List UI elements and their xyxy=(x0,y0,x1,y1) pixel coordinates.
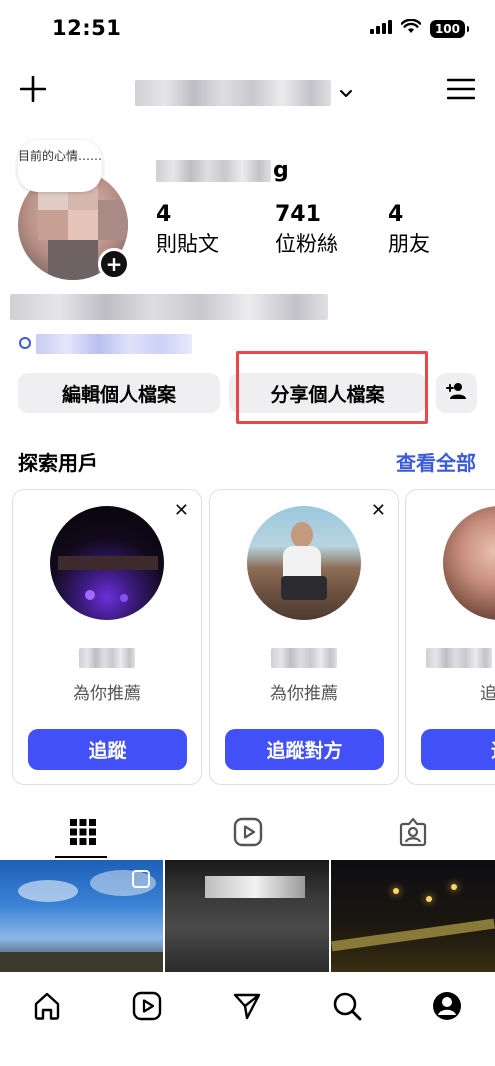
profile-name: g xyxy=(156,158,289,183)
suggestion-card[interactable]: ✕ 為你推薦 追蹤 xyxy=(12,489,202,785)
suggestion-card[interactable]: ✕ 為你推薦 追蹤對方 xyxy=(209,489,399,785)
reels-icon xyxy=(233,817,263,851)
plus-icon[interactable] xyxy=(18,74,48,104)
content-tabs xyxy=(0,810,495,860)
battery-icon: 100 xyxy=(429,19,470,38)
suggestion-avatar xyxy=(443,506,495,620)
account-switcher[interactable] xyxy=(135,80,353,106)
suggestion-name-redacted xyxy=(426,648,492,672)
wifi-icon xyxy=(400,18,422,38)
posts-label: 則貼文 xyxy=(156,232,219,256)
send-icon[interactable] xyxy=(227,988,267,1024)
menu-icon[interactable] xyxy=(445,74,477,104)
grid-icon xyxy=(69,819,96,849)
bio-redacted xyxy=(10,294,328,324)
close-icon[interactable]: ✕ xyxy=(371,500,386,521)
follow-button[interactable]: 追 xyxy=(421,729,495,770)
home-icon[interactable] xyxy=(27,988,67,1024)
post-thumbnail[interactable] xyxy=(0,860,163,972)
tagged-icon xyxy=(398,817,428,851)
suggestion-avatar xyxy=(247,506,361,620)
suggestion-name-redacted xyxy=(13,648,201,672)
tagged-tab[interactable] xyxy=(330,810,495,858)
signal-icon xyxy=(369,19,392,38)
friends-stat[interactable]: 4 朋友 xyxy=(388,202,430,258)
followers-label: 位粉絲 xyxy=(275,232,338,256)
posts-tab[interactable] xyxy=(0,810,165,858)
post-thumbnail[interactable] xyxy=(165,860,329,972)
chevron-down-icon xyxy=(339,84,353,103)
add-person-icon xyxy=(445,382,468,405)
status-bar: 12:51 100 xyxy=(0,0,495,58)
suggestion-subtitle: 為你推薦 xyxy=(73,684,141,704)
post-thumbnail[interactable] xyxy=(331,860,495,972)
search-icon[interactable] xyxy=(327,988,367,1024)
suggestion-subtitle: 追 xyxy=(480,679,495,704)
followers-count: 741 xyxy=(275,202,321,227)
suggestion-name-redacted xyxy=(210,648,398,672)
suggestion-subtitle: 為你推薦 xyxy=(270,684,338,704)
edit-profile-button[interactable]: 編輯個人檔案 xyxy=(18,373,220,413)
profile-icon[interactable] xyxy=(427,988,467,1024)
followers-stat[interactable]: 741 位粉絲 xyxy=(275,202,338,258)
top-bar xyxy=(0,64,495,114)
status-time: 12:51 xyxy=(52,16,122,40)
multi-photo-icon xyxy=(132,870,150,888)
username-redacted xyxy=(135,80,331,106)
discover-title: 探索用戶 xyxy=(18,451,98,475)
follow-button[interactable]: 追蹤 xyxy=(28,729,187,770)
close-icon[interactable]: ✕ xyxy=(174,500,189,521)
discover-people-button[interactable] xyxy=(436,373,477,413)
see-all-link[interactable]: 查看全部 xyxy=(396,447,476,476)
posts-stat[interactable]: 4 則貼文 xyxy=(156,202,219,258)
suggestion-card[interactable]: 追 追 xyxy=(405,489,495,785)
active-tab-indicator xyxy=(55,856,107,858)
profile-link[interactable] xyxy=(18,334,192,354)
friends-label: 朋友 xyxy=(388,232,430,256)
add-story-plus-icon[interactable]: + xyxy=(98,248,130,280)
posts-grid xyxy=(0,860,495,972)
name-redacted xyxy=(156,159,271,182)
highlight-annotation xyxy=(236,351,428,424)
link-icon xyxy=(18,335,32,354)
reels-icon[interactable] xyxy=(127,988,167,1024)
reels-tab[interactable] xyxy=(165,810,330,858)
friends-count: 4 xyxy=(388,202,404,227)
suggestion-avatar xyxy=(50,506,164,620)
bottom-navigation xyxy=(0,972,495,1066)
note-bubble[interactable]: 目前的心情…… xyxy=(18,140,102,192)
follow-button[interactable]: 追蹤對方 xyxy=(225,729,384,770)
posts-count: 4 xyxy=(156,202,172,227)
